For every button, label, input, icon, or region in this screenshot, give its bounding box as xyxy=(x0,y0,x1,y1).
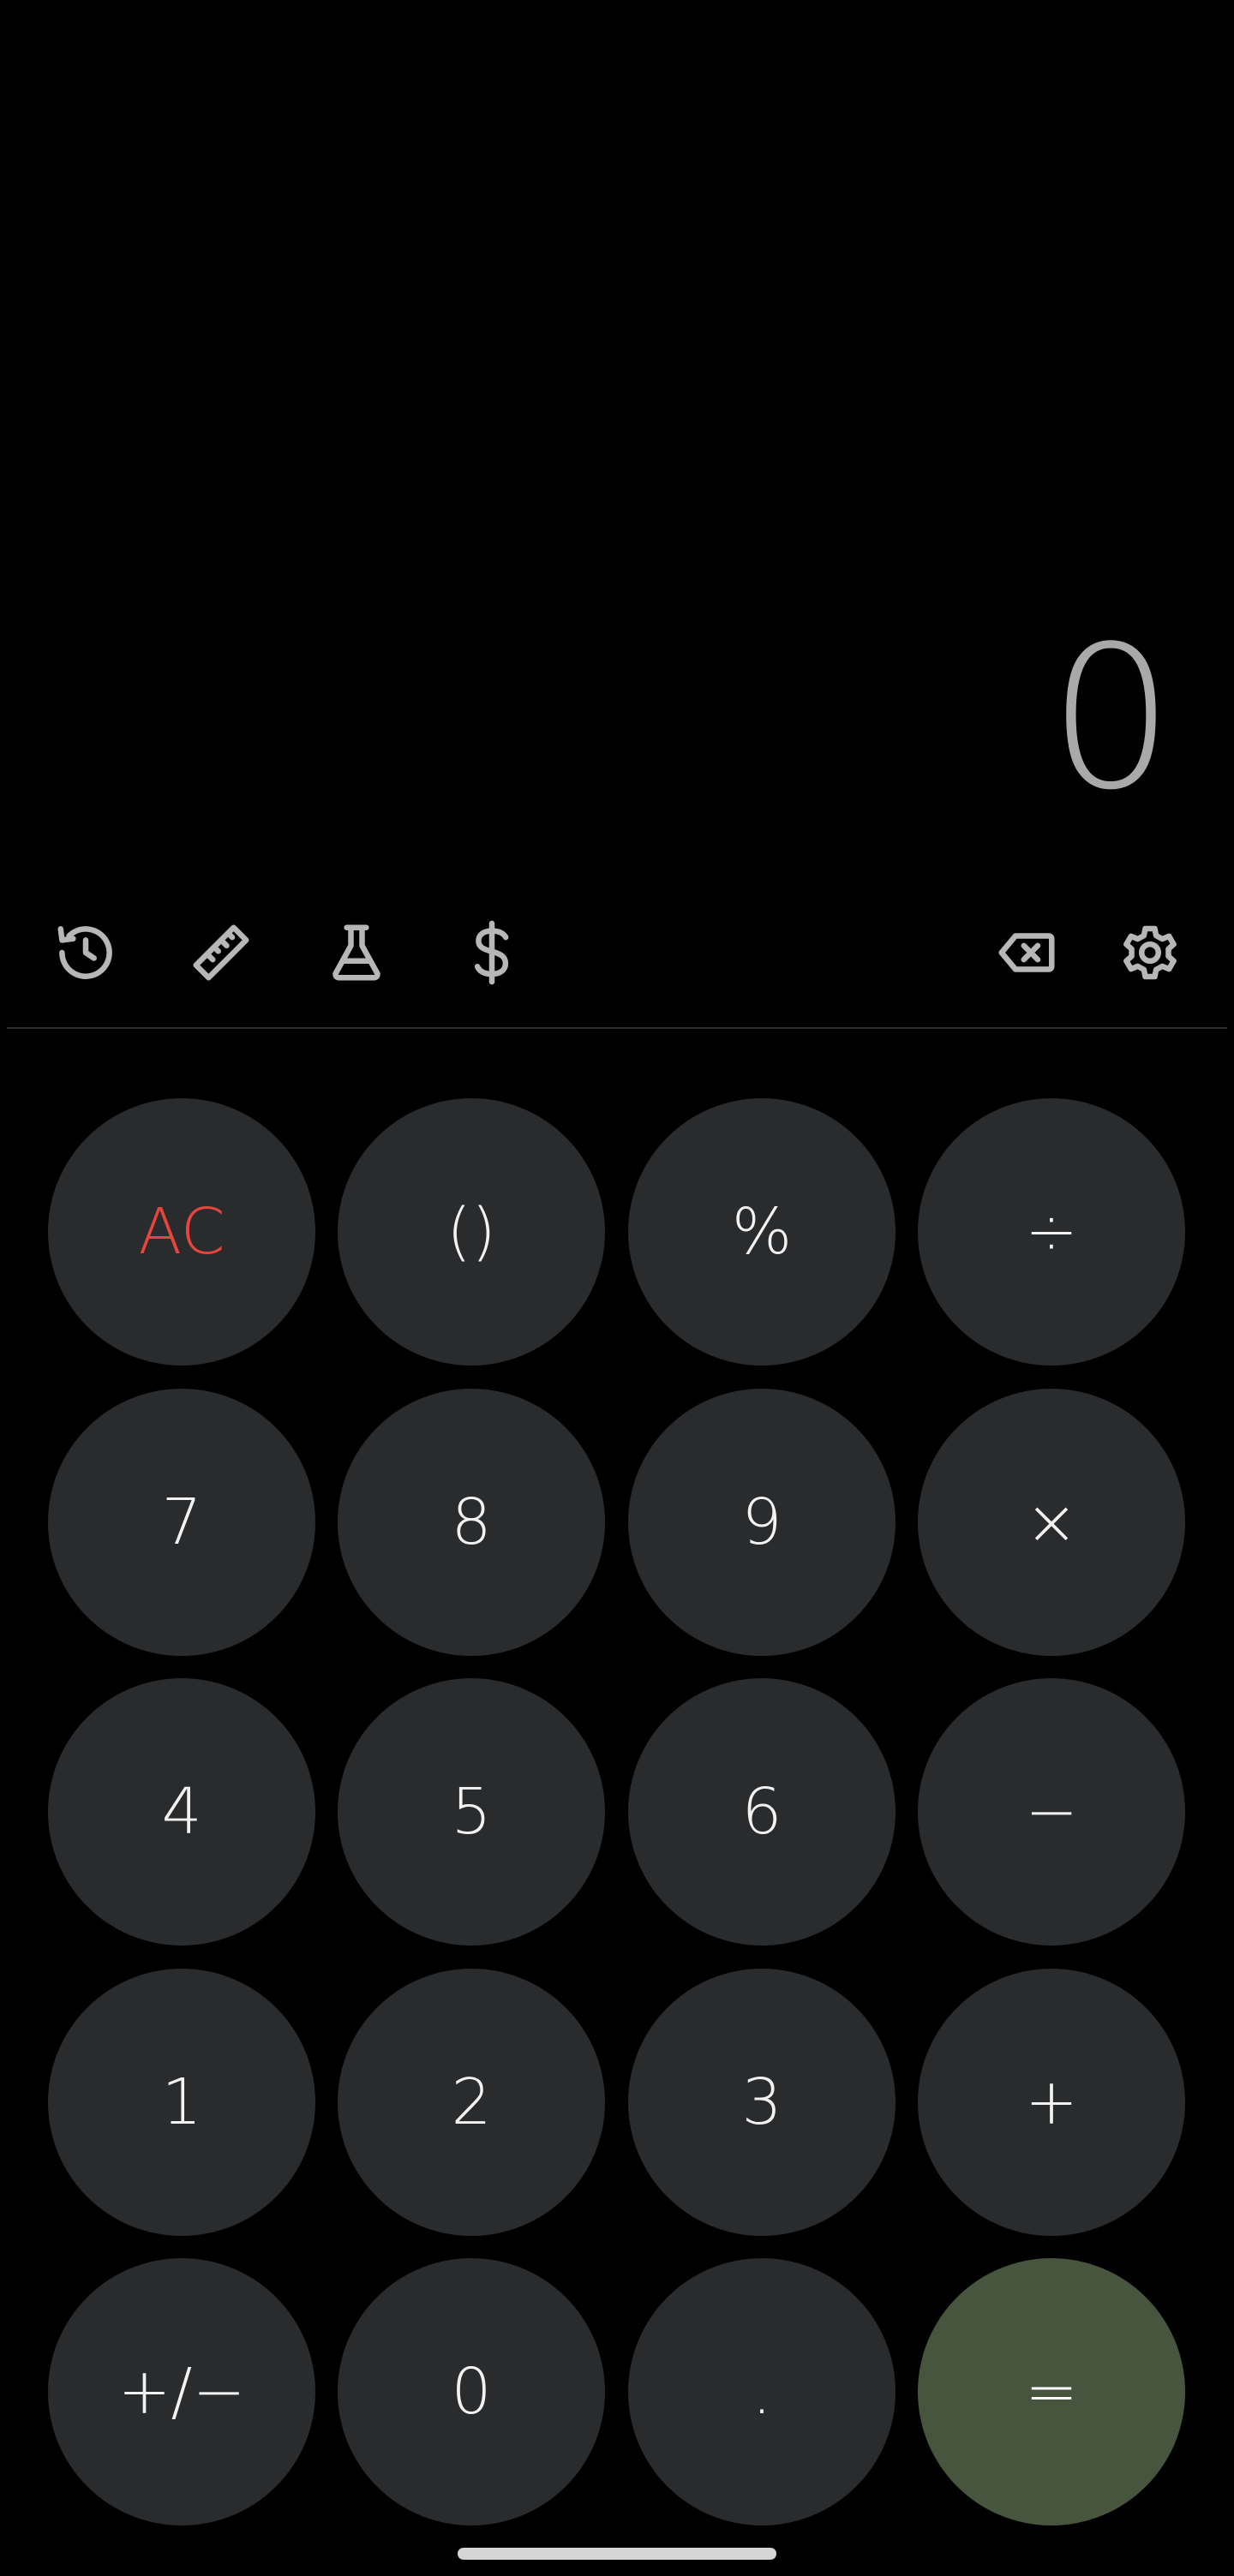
history-icon xyxy=(57,926,112,979)
divide-button[interactable]: ÷ xyxy=(918,1098,1185,1366)
ruler-icon xyxy=(193,924,249,981)
digit-4-label: 4 xyxy=(161,1775,202,1849)
digit-3-label: 3 xyxy=(741,2065,782,2139)
toolbar xyxy=(0,910,1234,995)
backspace-icon xyxy=(998,933,1055,972)
decimal-button[interactable]: . xyxy=(628,2258,896,2525)
subtract-button[interactable]: − xyxy=(918,1678,1185,1945)
parentheses-button[interactable]: () xyxy=(338,1098,605,1366)
decimal-label: . xyxy=(752,2355,772,2429)
digit-1-label: 1 xyxy=(161,2065,202,2139)
divide-label: ÷ xyxy=(1024,1195,1078,1269)
negate-button[interactable]: +/− xyxy=(48,2258,315,2525)
digit-2-button[interactable]: 2 xyxy=(338,1969,605,2236)
digit-9-button[interactable]: 9 xyxy=(628,1389,896,1656)
scientific-button[interactable] xyxy=(314,910,399,995)
equals-button[interactable]: = xyxy=(918,2258,1185,2525)
digit-6-label: 6 xyxy=(741,1775,782,1849)
digit-0-label: 0 xyxy=(451,2355,492,2429)
digit-2-label: 2 xyxy=(451,2065,492,2139)
percent-button[interactable]: % xyxy=(628,1098,896,1366)
digit-8-button[interactable]: 8 xyxy=(338,1389,605,1656)
backspace-button[interactable] xyxy=(984,910,1069,995)
digit-4-button[interactable]: 4 xyxy=(48,1678,315,1945)
display-value: 0 xyxy=(1048,605,1174,834)
divider xyxy=(7,1027,1227,1029)
digit-9-label: 9 xyxy=(741,1485,782,1559)
display-area: 0 xyxy=(0,0,1234,874)
clear-label: AC xyxy=(138,1195,225,1269)
equals-label: = xyxy=(1024,2355,1078,2429)
digit-6-button[interactable]: 6 xyxy=(628,1678,896,1945)
subtract-label: − xyxy=(1024,1775,1078,1849)
digit-5-button[interactable]: 5 xyxy=(338,1678,605,1945)
history-button[interactable] xyxy=(43,910,129,995)
negate-label: +/− xyxy=(117,2355,246,2429)
percent-label: % xyxy=(731,1195,793,1269)
multiply-button[interactable]: × xyxy=(918,1389,1185,1656)
digit-7-label: 7 xyxy=(161,1485,202,1559)
unit-converter-button[interactable] xyxy=(178,910,264,995)
digit-3-button[interactable]: 3 xyxy=(628,1969,896,2236)
multiply-label: × xyxy=(1024,1485,1078,1559)
home-indicator[interactable] xyxy=(458,2548,776,2560)
add-button[interactable]: + xyxy=(918,1969,1185,2236)
digit-1-button[interactable]: 1 xyxy=(48,1969,315,2236)
flask-icon xyxy=(332,924,380,981)
digit-0-button[interactable]: 0 xyxy=(338,2258,605,2525)
clear-button[interactable]: AC xyxy=(48,1098,315,1366)
dollar-icon xyxy=(474,920,509,985)
gear-icon xyxy=(1123,925,1177,980)
digit-8-label: 8 xyxy=(451,1485,492,1559)
settings-button[interactable] xyxy=(1107,910,1193,995)
currency-button[interactable] xyxy=(449,910,535,995)
digit-7-button[interactable]: 7 xyxy=(48,1389,315,1656)
add-label: + xyxy=(1024,2065,1078,2139)
parentheses-label: () xyxy=(446,1195,496,1269)
digit-5-label: 5 xyxy=(451,1775,492,1849)
